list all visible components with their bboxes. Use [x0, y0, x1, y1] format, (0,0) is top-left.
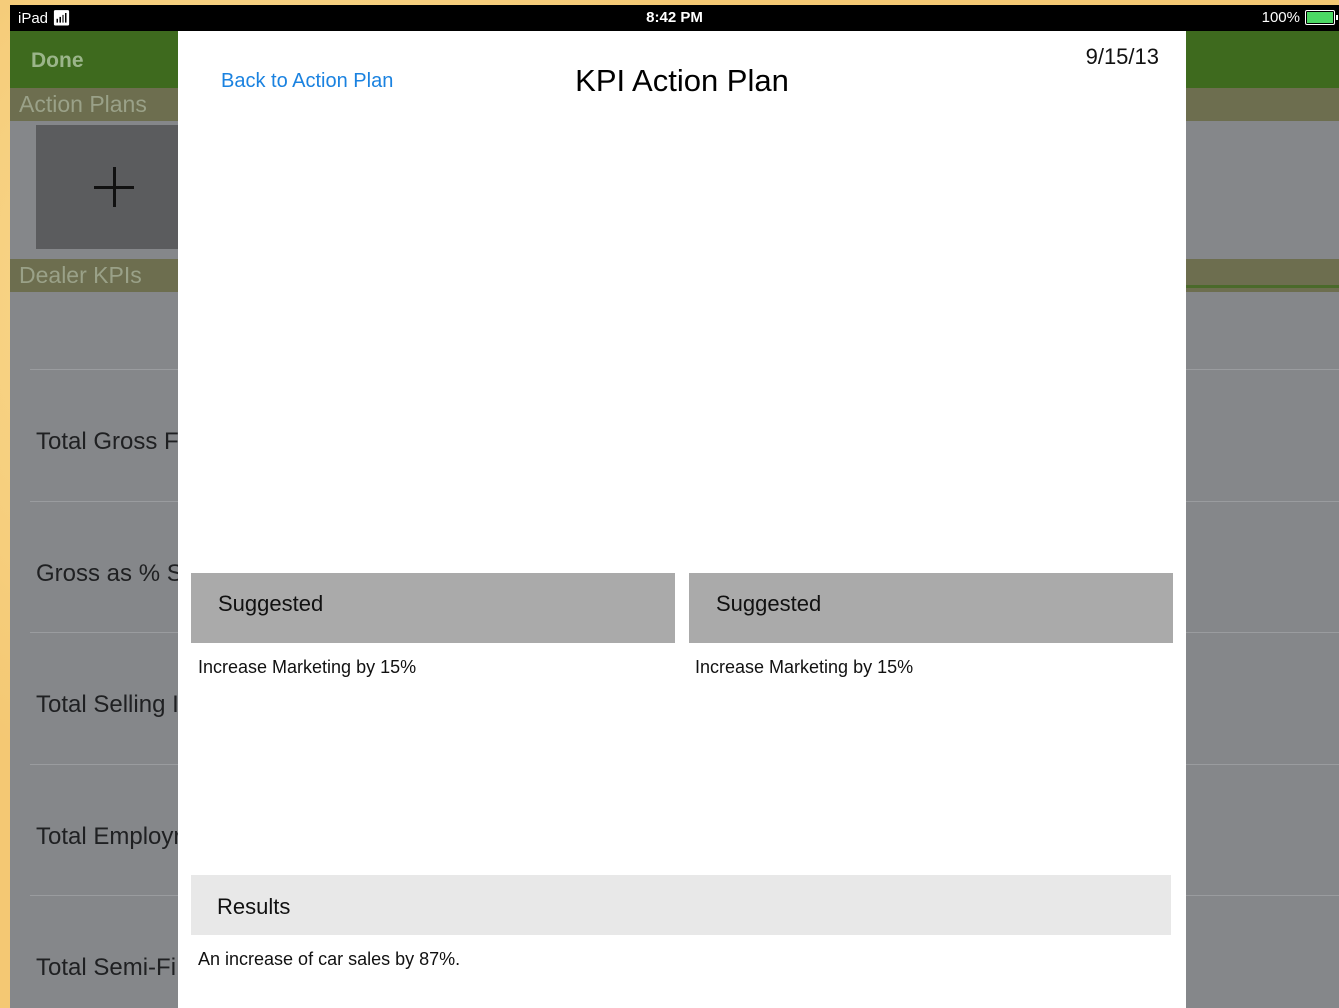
kpi-label: Gross as % S	[36, 560, 183, 587]
kpi-label: Total Selling I	[36, 691, 179, 718]
plan-date: 9/15/13	[1085, 44, 1159, 69]
kpi-label: Total Gross F	[36, 428, 179, 455]
page-title: KPI Action Plan	[575, 63, 789, 98]
battery-percent: 100%	[1261, 9, 1300, 26]
suggested-text-right[interactable]: Increase Marketing by 15%	[695, 657, 913, 678]
divider	[1186, 285, 1339, 288]
kpi-label: Total Semi-Fi	[36, 954, 177, 981]
status-time: 8:42 PM	[646, 9, 703, 26]
done-button[interactable]: Done	[31, 49, 84, 73]
add-action-plan-button[interactable]	[36, 125, 191, 249]
status-right: 100%	[1261, 9, 1338, 26]
status-bar: iPad 📶︎ 8:42 PM 100%	[10, 5, 1339, 31]
results-header: Results	[191, 875, 1171, 935]
battery-icon	[1305, 10, 1338, 25]
suggested-header-left: Suggested	[191, 573, 675, 643]
kpi-label: Total Employr	[36, 823, 182, 850]
ipad-screen: iPad 📶︎ 8:42 PM 100% Done Action Plans De…	[10, 5, 1339, 1008]
suggested-text-left[interactable]: Increase Marketing by 15%	[198, 657, 416, 678]
kpi-action-plan-modal: Back to Action Plan KPI Action Plan 9/15…	[178, 31, 1186, 1008]
suggested-header-right: Suggested	[689, 573, 1173, 643]
results-text[interactable]: An increase of car sales by 87%.	[198, 949, 460, 970]
plus-icon	[93, 167, 134, 207]
